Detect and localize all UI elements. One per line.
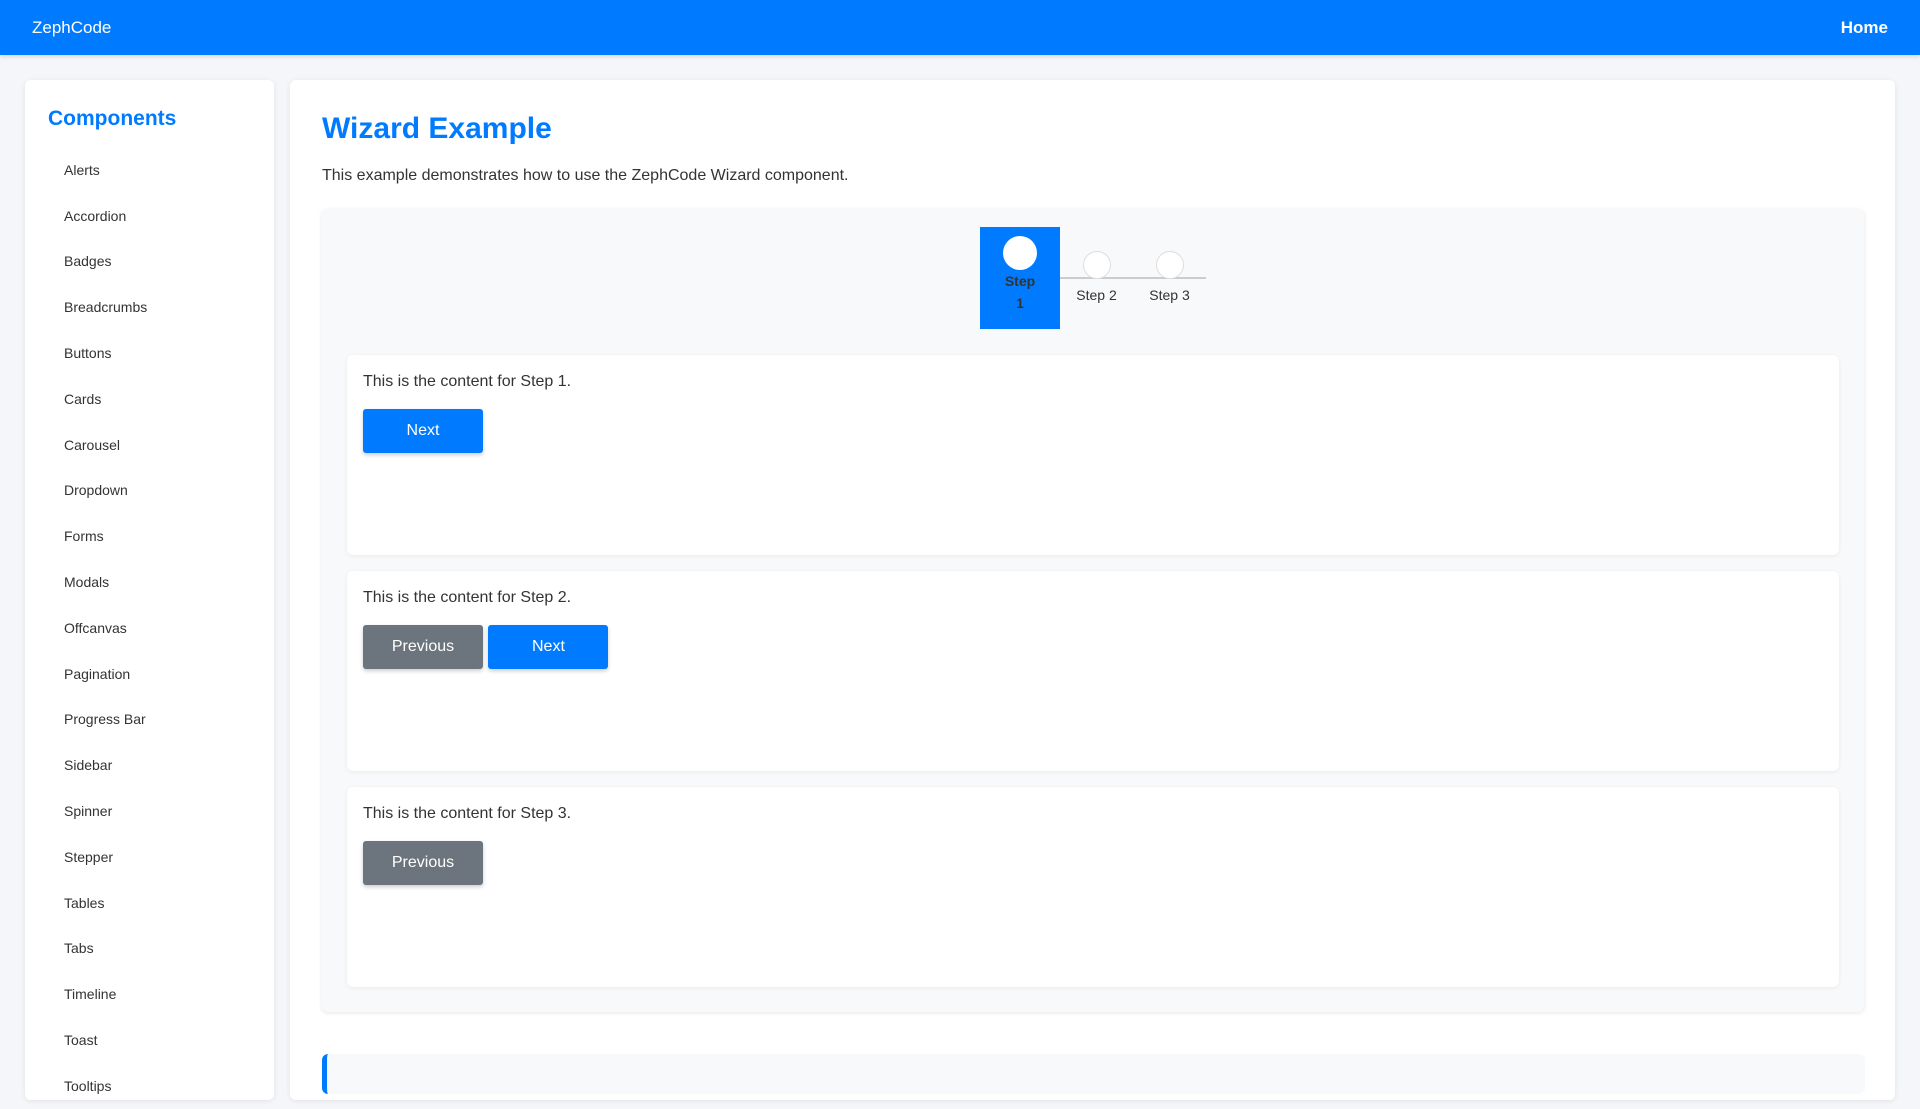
step-1-circle-icon	[1003, 236, 1037, 270]
sidebar-item-alerts[interactable]: Alerts	[48, 147, 251, 193]
sidebar-item-breadcrumbs[interactable]: Breadcrumbs	[48, 284, 251, 330]
sidebar-item-progress-bar[interactable]: Progress Bar	[48, 697, 251, 743]
sidebar-item-pagination[interactable]: Pagination	[48, 651, 251, 697]
step-1-panel: This is the content for Step 1. Next	[347, 355, 1839, 555]
sidebar-list: Alerts Accordion Badges Breadcrumbs Butt…	[48, 147, 251, 1109]
step-1-content: This is the content for Step 1.	[363, 373, 572, 390]
step-3-previous-button[interactable]: Previous	[363, 841, 483, 885]
sidebar-item-timeline[interactable]: Timeline	[48, 971, 251, 1017]
sidebar-item-offcanvas[interactable]: Offcanvas	[48, 605, 251, 651]
sidebar-item-tooltips[interactable]: Tooltips	[48, 1063, 251, 1109]
step-2-circle-icon	[1082, 251, 1111, 279]
step-3-circle-icon	[1155, 251, 1184, 279]
step-1-next-button[interactable]: Next	[363, 409, 483, 453]
sidebar-item-cards[interactable]: Cards	[48, 376, 251, 422]
sidebar-item-toast[interactable]: Toast	[48, 1017, 251, 1063]
page-title: Wizard Example	[322, 112, 552, 145]
sidebar-item-sidebar[interactable]: Sidebar	[48, 742, 251, 788]
step-3-content: This is the content for Step 3.	[363, 805, 572, 822]
sidebar-item-accordion[interactable]: Accordion	[48, 193, 251, 239]
sidebar-item-buttons[interactable]: Buttons	[48, 330, 251, 376]
step-2-label: Step 2	[1076, 287, 1117, 303]
sidebar-item-forms[interactable]: Forms	[48, 513, 251, 559]
sidebar-item-badges[interactable]: Badges	[48, 239, 251, 285]
brand-logo[interactable]: ZephCode	[32, 18, 111, 38]
step-3[interactable]: Step 3	[1133, 227, 1206, 329]
step-1[interactable]: Step 1	[980, 227, 1060, 329]
step-2-next-button[interactable]: Next	[488, 625, 609, 669]
step-2[interactable]: Step 2	[1060, 227, 1133, 329]
step-2-previous-button[interactable]: Previous	[363, 625, 483, 669]
step-1-label: Step 1	[1004, 273, 1036, 311]
sidebar-item-stepper[interactable]: Stepper	[48, 834, 251, 880]
code-example-card	[322, 1054, 1865, 1094]
step-3-label: Step 3	[1149, 287, 1190, 303]
wizard: Step 1 Step 2 Step 3 This is the content…	[322, 209, 1864, 1012]
wizard-stepper: Step 1 Step 2 Step 3	[347, 227, 1839, 329]
page-description: This example demonstrates how to use the…	[322, 167, 849, 184]
step-3-panel: This is the content for Step 3. Previous	[347, 787, 1839, 987]
main-content: Wizard Example This example demonstrates…	[290, 80, 1895, 1100]
step-2-panel: This is the content for Step 2. Previous…	[347, 571, 1839, 771]
sidebar-item-dropdown[interactable]: Dropdown	[48, 468, 251, 514]
sidebar-item-tables[interactable]: Tables	[48, 880, 251, 926]
home-link[interactable]: Home	[1841, 18, 1888, 38]
top-navbar: ZephCode Home	[0, 0, 1920, 55]
step-2-content: This is the content for Step 2.	[363, 589, 572, 606]
sidebar-item-carousel[interactable]: Carousel	[48, 422, 251, 468]
sidebar-item-modals[interactable]: Modals	[48, 559, 251, 605]
sidebar-item-spinner[interactable]: Spinner	[48, 788, 251, 834]
sidebar-title: Components	[48, 107, 177, 130]
sidebar: Components Alerts Accordion Badges Bread…	[25, 80, 274, 1100]
sidebar-item-tabs[interactable]: Tabs	[48, 926, 251, 972]
